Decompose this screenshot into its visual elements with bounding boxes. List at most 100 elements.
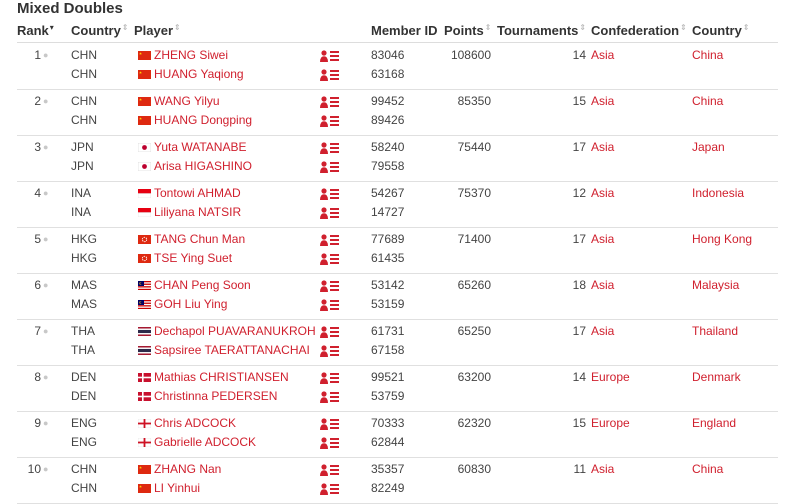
country-link[interactable]: England bbox=[692, 414, 736, 433]
player1-name-link[interactable]: Yuta WATANABE bbox=[154, 138, 246, 157]
user-list-icon[interactable] bbox=[320, 464, 340, 476]
sort-arrows-icon: ⇕ bbox=[680, 23, 687, 32]
denmark-flag-icon bbox=[138, 392, 151, 401]
player1-member-id: 77689 bbox=[371, 232, 405, 246]
player2-name-link[interactable]: Liliyana NATSIR bbox=[154, 203, 241, 222]
user-list-icon[interactable] bbox=[320, 345, 340, 357]
player1-name-link[interactable]: Tontowi AHMAD bbox=[154, 184, 241, 203]
player2-country-code: CHN bbox=[71, 481, 97, 495]
tournaments: 17 bbox=[572, 140, 586, 154]
player2-name-link[interactable]: HUANG Yaqiong bbox=[154, 65, 244, 84]
user-list-icon[interactable] bbox=[320, 188, 340, 200]
confederation-link[interactable]: Europe bbox=[591, 368, 630, 387]
user-list-icon[interactable] bbox=[320, 142, 340, 154]
player1-country-code: HKG bbox=[71, 232, 98, 246]
malaysia-flag-icon bbox=[138, 300, 151, 309]
player2-name-link[interactable]: Christinna PEDERSEN bbox=[154, 387, 277, 406]
confederation-link[interactable]: Asia bbox=[591, 46, 614, 65]
user-list-icon[interactable] bbox=[320, 483, 340, 495]
confederation-link[interactable]: Asia bbox=[591, 184, 614, 203]
player1-name-link[interactable]: ZHANG Nan bbox=[154, 460, 221, 479]
user-list-icon[interactable] bbox=[320, 207, 340, 219]
rank: 10 bbox=[27, 462, 41, 476]
user-list-icon[interactable] bbox=[320, 115, 340, 127]
player2-name-link[interactable]: Sapsiree TAERATTANACHAI bbox=[154, 341, 310, 360]
player1-name-link[interactable]: Mathias CHRISTIANSEN bbox=[154, 368, 289, 387]
player1-member-id: 35357 bbox=[371, 462, 405, 476]
user-list-icon[interactable] bbox=[320, 326, 340, 338]
user-list-icon[interactable] bbox=[320, 69, 340, 81]
player2-country-code: INA bbox=[71, 205, 92, 219]
rank-column-header[interactable]: Rank▾ bbox=[17, 23, 54, 38]
points: 62320 bbox=[457, 416, 491, 430]
sort-arrows-icon: ⇕ bbox=[121, 23, 129, 32]
confederation-link[interactable]: Asia bbox=[591, 322, 614, 341]
rank-dot-icon: ● bbox=[43, 96, 49, 106]
player1-name-link[interactable]: WANG Yilyu bbox=[154, 92, 220, 111]
confederation-link[interactable]: Asia bbox=[591, 138, 614, 157]
player1-name-link[interactable]: CHAN Peng Soon bbox=[154, 276, 251, 295]
user-list-icon[interactable] bbox=[320, 253, 340, 265]
player2-name-link[interactable]: TSE Ying Suet bbox=[154, 249, 232, 268]
player1-name-link[interactable]: Dechapol PUAVARANUKROH bbox=[154, 322, 316, 341]
confederation-link[interactable]: Asia bbox=[591, 460, 614, 479]
player1-name-link[interactable]: Chris ADCOCK bbox=[154, 414, 236, 433]
player2-name-link[interactable]: HUANG Dongping bbox=[154, 111, 252, 130]
user-list-icon[interactable] bbox=[320, 161, 340, 173]
user-list-icon[interactable] bbox=[320, 437, 340, 449]
china-flag-icon bbox=[138, 465, 151, 474]
player2-name-link[interactable]: Arisa HIGASHINO bbox=[154, 157, 252, 176]
user-list-icon[interactable] bbox=[320, 299, 340, 311]
player1-country-code: INA bbox=[71, 186, 92, 200]
confederation-link[interactable]: Europe bbox=[591, 414, 630, 433]
sort-arrows-icon: ⇕ bbox=[484, 23, 492, 32]
sort-arrows-icon: ⇕ bbox=[579, 23, 587, 32]
player2-name-link[interactable]: GOH Liu Ying bbox=[154, 295, 227, 314]
player1-member-id: 99521 bbox=[371, 370, 405, 384]
japan-flag-icon bbox=[138, 162, 151, 171]
confederation-column-header[interactable]: Confederation⇕ bbox=[591, 23, 687, 38]
confederation-link[interactable]: Asia bbox=[591, 230, 614, 249]
player1-country-code: THA bbox=[71, 324, 95, 338]
country-link[interactable]: Hong Kong bbox=[692, 230, 752, 249]
country-link[interactable]: Thailand bbox=[692, 322, 738, 341]
player2-name-link[interactable]: Gabrielle ADCOCK bbox=[154, 433, 256, 452]
confederation-link[interactable]: Asia bbox=[591, 92, 614, 111]
user-list-icon[interactable] bbox=[320, 234, 340, 246]
england-flag-icon bbox=[138, 419, 151, 428]
player1-member-id: 54267 bbox=[371, 186, 405, 200]
user-list-icon[interactable] bbox=[320, 391, 340, 403]
country-link[interactable]: Indonesia bbox=[692, 184, 744, 203]
tournaments-column-header[interactable]: Tournaments⇕ bbox=[497, 23, 586, 38]
user-list-icon[interactable] bbox=[320, 96, 340, 108]
rank-dot-icon: ● bbox=[43, 234, 49, 244]
user-list-icon[interactable] bbox=[320, 372, 340, 384]
tournaments: 15 bbox=[572, 416, 586, 430]
player2-country-code: MAS bbox=[71, 297, 98, 311]
member-id-column-header[interactable]: Member ID bbox=[371, 23, 437, 38]
country-name-column-header[interactable]: Country⇕ bbox=[692, 23, 750, 38]
points: 75370 bbox=[457, 186, 491, 200]
points-column-header[interactable]: Points⇕ bbox=[444, 23, 491, 38]
user-list-icon[interactable] bbox=[320, 280, 340, 292]
country-link[interactable]: Malaysia bbox=[692, 276, 739, 295]
confederation-link[interactable]: Asia bbox=[591, 276, 614, 295]
player1-country-code: CHN bbox=[71, 48, 97, 62]
points: 108600 bbox=[450, 48, 491, 62]
country-link[interactable]: China bbox=[692, 460, 723, 479]
country-link[interactable]: China bbox=[692, 92, 723, 111]
player1-name-link[interactable]: ZHENG Siwei bbox=[154, 46, 228, 65]
country-link[interactable]: China bbox=[692, 46, 723, 65]
player2-name-link[interactable]: LI Yinhui bbox=[154, 479, 200, 498]
user-list-icon[interactable] bbox=[320, 418, 340, 430]
country-link[interactable]: Japan bbox=[692, 138, 725, 157]
country-column-header[interactable]: Country⇕ bbox=[71, 23, 129, 38]
player1-name-link[interactable]: TANG Chun Man bbox=[154, 230, 245, 249]
malaysia-flag-icon bbox=[138, 281, 151, 290]
rank-dot-icon: ● bbox=[43, 50, 49, 60]
player-column-header[interactable]: Player⇕ bbox=[134, 23, 181, 38]
user-list-icon[interactable] bbox=[320, 50, 340, 62]
japan-flag-icon bbox=[138, 143, 151, 152]
country-link[interactable]: Denmark bbox=[692, 368, 741, 387]
rank: 6 bbox=[34, 278, 41, 292]
